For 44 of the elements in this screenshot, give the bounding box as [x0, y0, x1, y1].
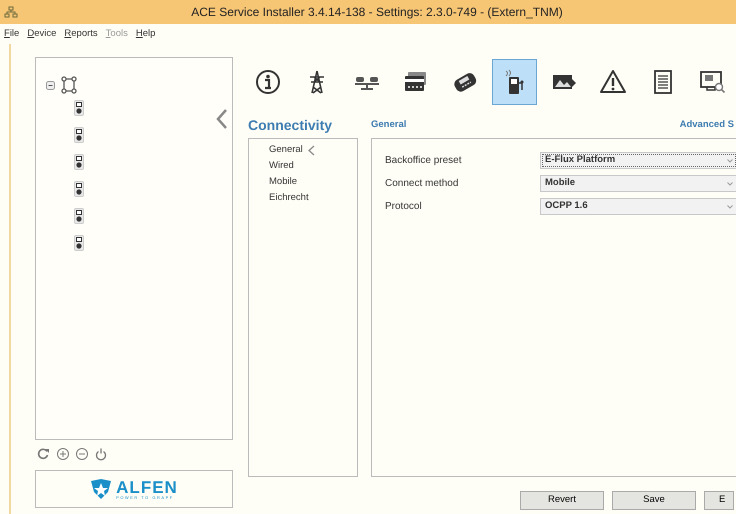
field-label: Backoffice preset [385, 154, 463, 168]
footer-button[interactable]: E [704, 491, 734, 510]
charging-station-tool-button[interactable] [492, 59, 537, 105]
panel-title: General [371, 118, 408, 132]
menu-item[interactable]: Reports [64, 26, 98, 42]
field-label: Protocol [385, 200, 423, 214]
dropdown[interactable]: Mobile [540, 175, 736, 192]
menu-item[interactable]: Device [27, 26, 56, 42]
nav-item[interactable]: General [269, 142, 303, 158]
expand-toggle-icon[interactable] [46, 80, 55, 90]
monitor-search-icon [698, 68, 726, 96]
info-icon [254, 68, 282, 96]
dropdown[interactable]: OCPP 1.6 [540, 198, 736, 215]
window-title: ACE Service Installer 3.4.14-138 - Settings: 2.3.0-749 - (Extern_TNM) [190, 4, 564, 21]
collapse-chevron-icon[interactable] [216, 108, 228, 130]
charger-device-icon[interactable] [74, 235, 84, 251]
charger-device-icon[interactable] [74, 100, 84, 116]
footer-button[interactable]: Revert [520, 491, 604, 510]
charger-device-icon[interactable] [74, 154, 84, 170]
add-icon[interactable] [56, 447, 70, 461]
charger-device-icon[interactable] [74, 127, 84, 143]
advanced-link[interactable]: Advanced S [680, 118, 734, 132]
app-icon [4, 6, 18, 18]
charger-device-icon[interactable] [74, 181, 84, 197]
dropdown-caret-icon [727, 204, 733, 208]
nav-item[interactable]: Eichrecht [269, 190, 309, 206]
refresh-icon[interactable] [37, 447, 51, 461]
section-title: Connectivity [248, 118, 334, 132]
nav-item[interactable]: Wired [269, 158, 294, 174]
warning-icon [599, 68, 628, 96]
logo-name: ALFEN [116, 478, 178, 496]
dropdown-caret-icon [727, 182, 733, 186]
logo-icon [90, 479, 112, 499]
power-icon[interactable] [94, 447, 108, 461]
menu-item[interactable]: File [4, 26, 20, 42]
charger-device-icon[interactable] [74, 208, 84, 224]
nav-item[interactable]: Mobile [269, 174, 297, 190]
footer-button[interactable]: Save [612, 491, 696, 510]
menu-item[interactable]: Help [136, 26, 156, 42]
field-label: Connect method [385, 177, 460, 191]
dropdown[interactable]: E-Flux Platform [540, 152, 736, 169]
dropdown-caret-icon [727, 158, 733, 162]
remove-icon[interactable] [75, 447, 89, 461]
network-icon[interactable] [61, 76, 77, 94]
